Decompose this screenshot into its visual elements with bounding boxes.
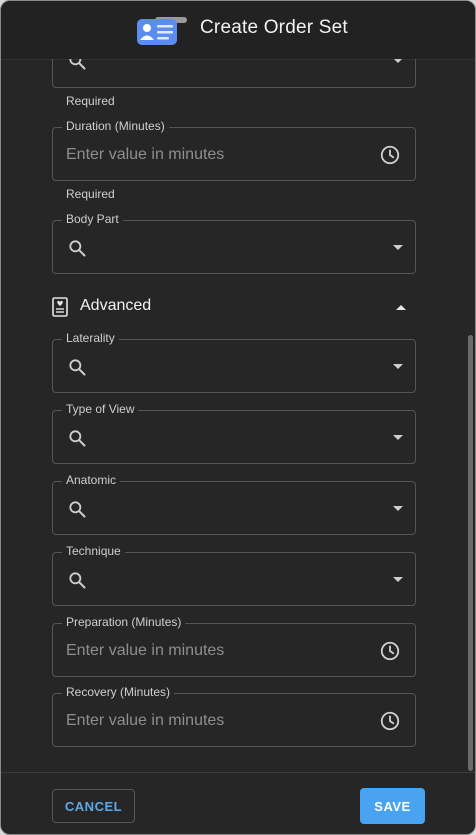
- recovery-label: Recovery (Minutes): [62, 684, 175, 700]
- search-icon: [69, 430, 86, 447]
- recovery-placeholder: Enter value in minutes: [66, 712, 225, 729]
- save-button[interactable]: SAVE: [360, 788, 425, 824]
- body-part-field[interactable]: Body Part: [52, 211, 416, 274]
- technique-field[interactable]: Technique: [52, 543, 416, 606]
- clock-icon: [380, 711, 400, 731]
- dialog-header: Create Order Set: [1, 1, 475, 60]
- chevron-down-icon: [393, 245, 403, 250]
- dialog: Create Order Set Required Duration (Minu…: [0, 0, 476, 835]
- technique-label: Technique: [62, 543, 125, 559]
- preparation-field[interactable]: Preparation (Minutes) Enter value in min…: [52, 614, 416, 677]
- advanced-section-header[interactable]: Advanced: [52, 295, 416, 321]
- clock-icon: [380, 641, 400, 661]
- scrollbar[interactable]: [468, 335, 473, 771]
- anatomic-label: Anatomic: [62, 472, 121, 488]
- search-icon: [69, 359, 86, 376]
- duration-label: Duration (Minutes): [62, 118, 169, 134]
- order-set-logo-icon: [137, 17, 187, 45]
- body-part-label: Body Part: [62, 211, 123, 227]
- search-icon: [69, 501, 86, 518]
- duration-helper: Required: [66, 187, 115, 201]
- anatomic-field[interactable]: Anatomic: [52, 472, 416, 535]
- medical-record-icon: [52, 297, 68, 317]
- dialog-title: Create Order Set: [200, 17, 348, 38]
- type-of-view-label: Type of View: [62, 401, 139, 417]
- search-icon: [69, 240, 86, 257]
- clock-icon: [380, 145, 400, 165]
- search-icon: [69, 572, 86, 589]
- duration-field[interactable]: Duration (Minutes) Enter value in minute…: [52, 118, 416, 181]
- chevron-up-icon[interactable]: [396, 305, 406, 310]
- laterality-label: Laterality: [62, 330, 119, 346]
- cancel-button[interactable]: CANCEL: [52, 789, 135, 823]
- dialog-footer: CANCEL SAVE: [1, 772, 475, 834]
- chevron-down-icon: [393, 506, 403, 511]
- duration-placeholder: Enter value in minutes: [66, 146, 225, 163]
- chevron-down-icon: [393, 577, 403, 582]
- preparation-placeholder: Enter value in minutes: [66, 642, 225, 659]
- preparation-label: Preparation (Minutes): [62, 614, 186, 630]
- chevron-down-icon: [393, 364, 403, 369]
- recovery-field[interactable]: Recovery (Minutes) Enter value in minute…: [52, 684, 416, 747]
- advanced-title: Advanced: [80, 297, 152, 314]
- type-of-view-field[interactable]: Type of View: [52, 401, 416, 464]
- chevron-down-icon: [393, 435, 403, 440]
- laterality-field[interactable]: Laterality: [52, 330, 416, 393]
- top-select-helper: Required: [66, 94, 115, 108]
